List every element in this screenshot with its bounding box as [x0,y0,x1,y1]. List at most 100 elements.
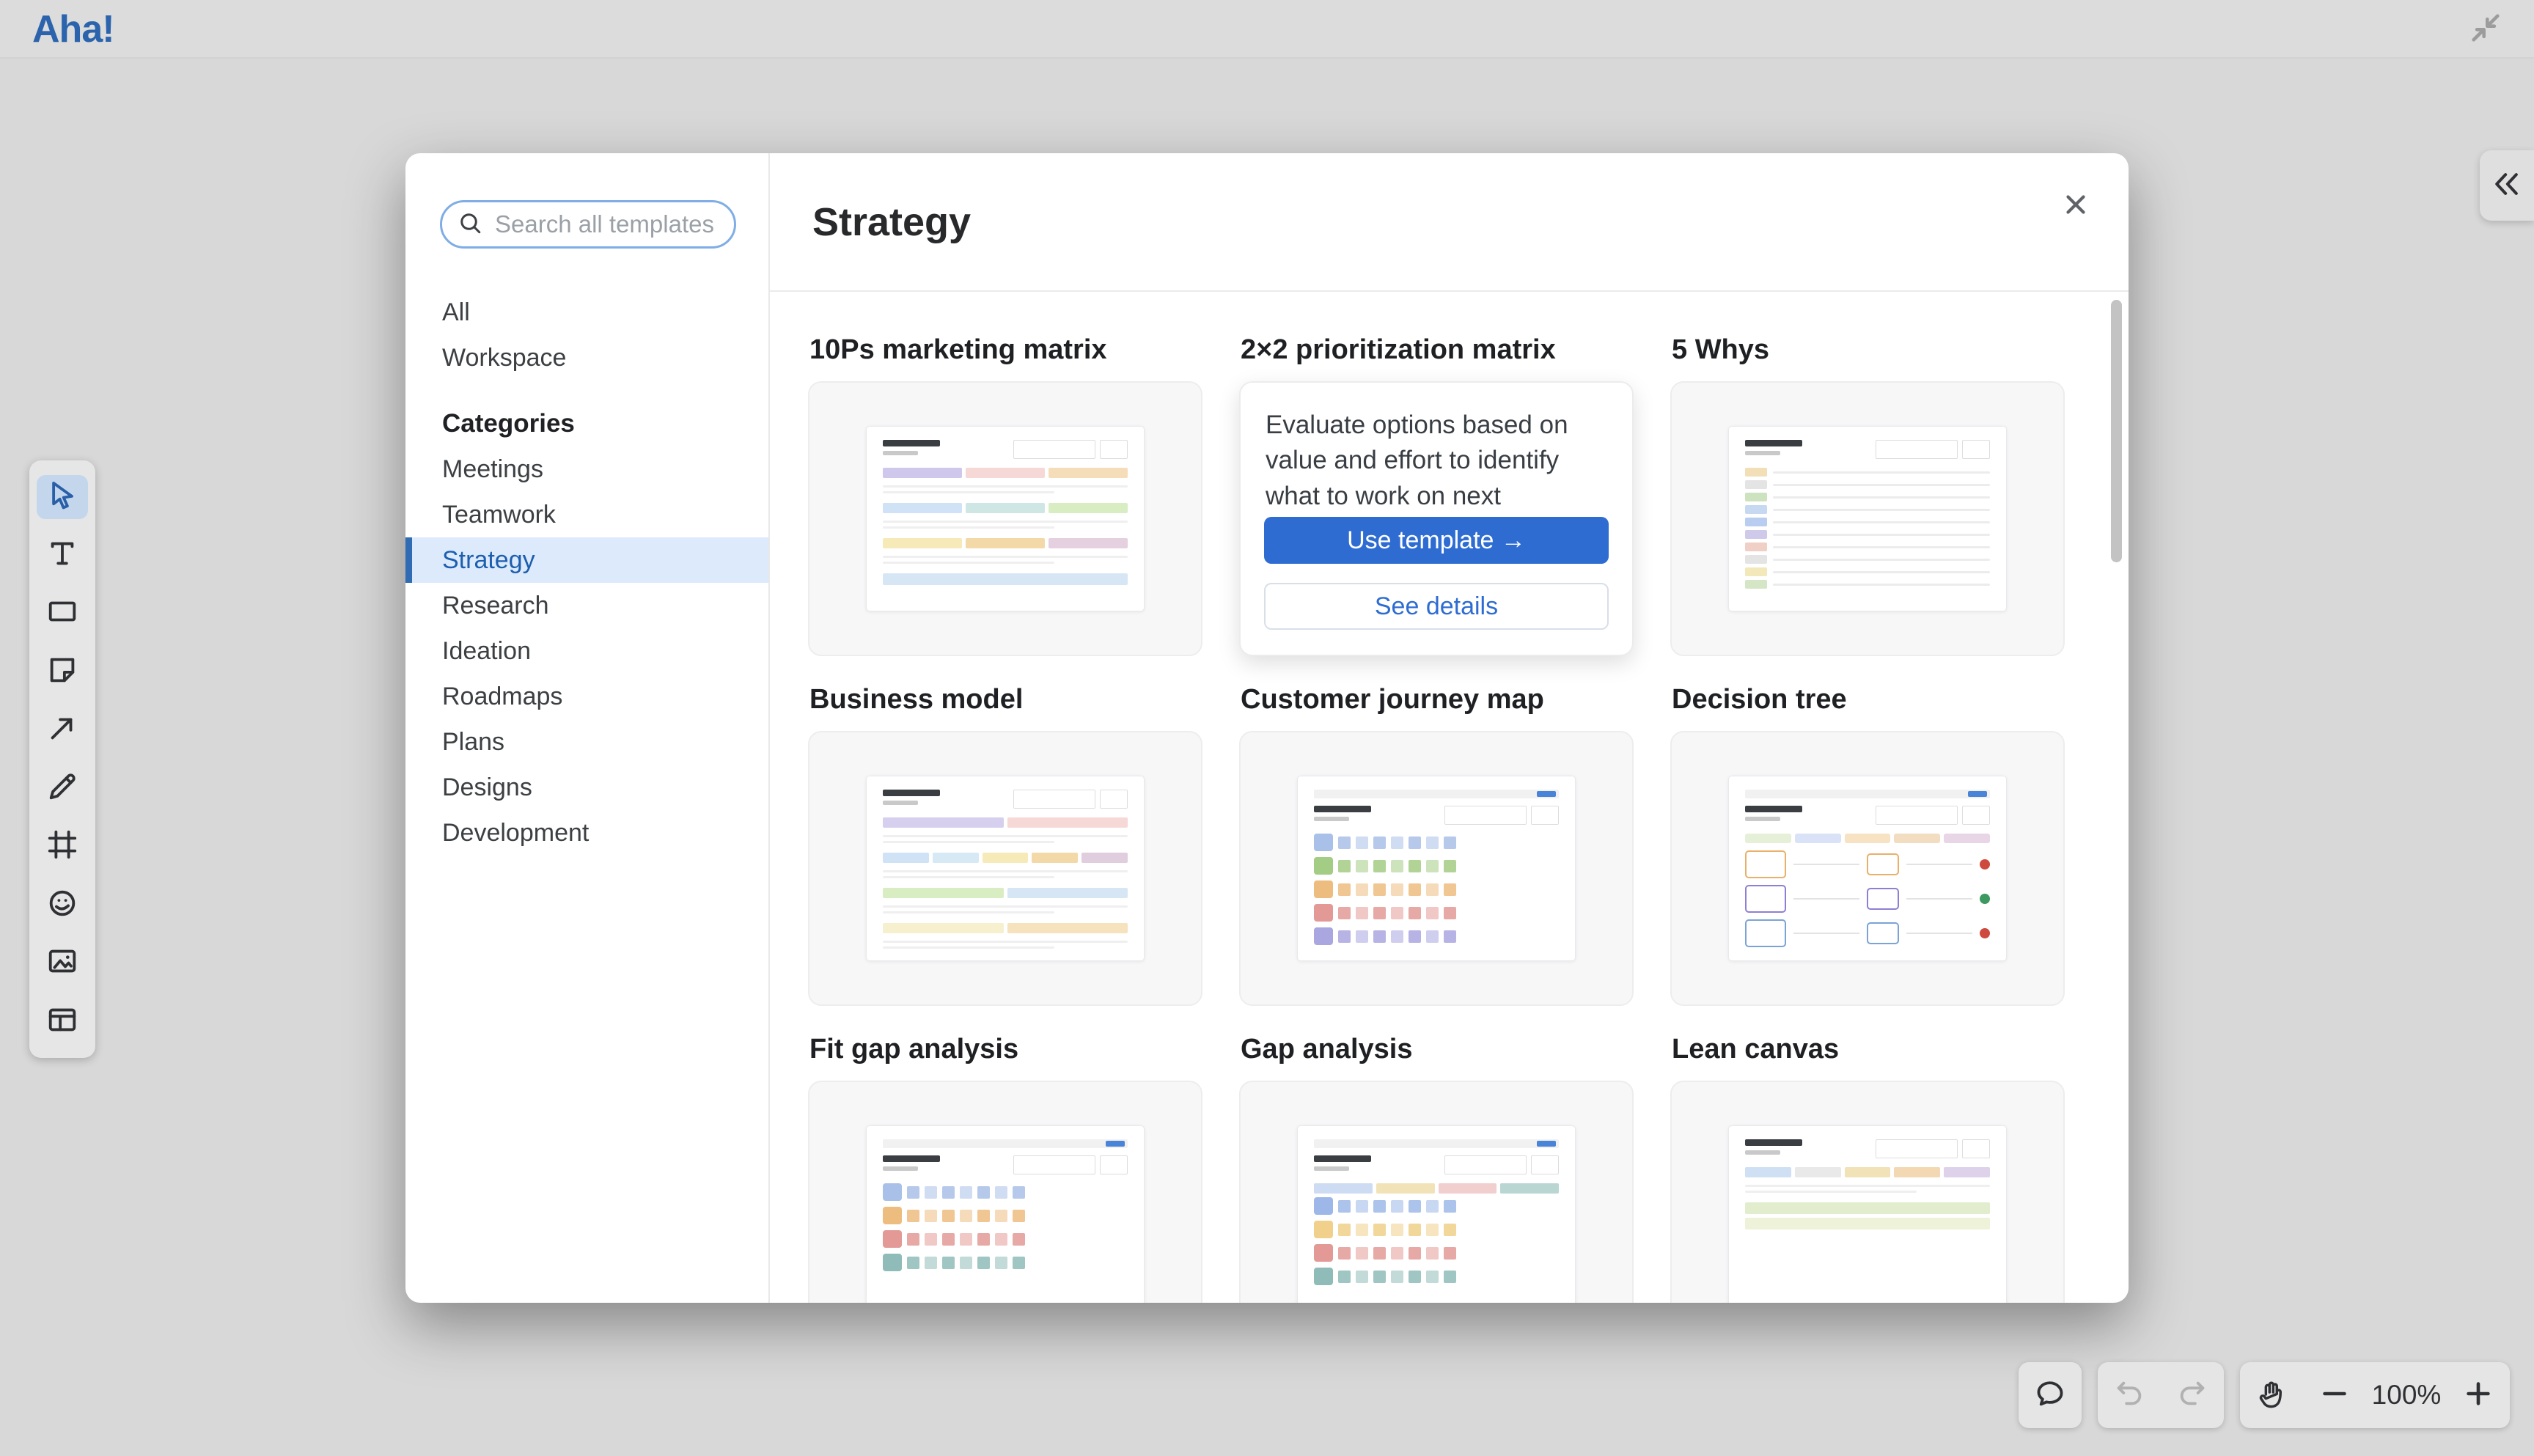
sidebar-item-research[interactable]: Research [405,583,768,628]
redo-icon [2175,1377,2209,1414]
drawing-toolbar [29,460,95,1058]
frame-icon [45,828,79,865]
fit-gap-analysis-card[interactable] [808,1081,1202,1303]
search-icon [457,210,483,240]
template-title: Customer journey map [1241,683,1634,716]
table-tool[interactable] [37,999,88,1043]
template-title: 5 Whys [1672,333,2065,367]
page-title: Strategy [812,199,971,245]
sidebar-item-roadmaps[interactable]: Roadmaps [405,674,768,719]
sidebar-item-development[interactable]: Development [405,810,768,856]
zoom-out-button[interactable] [2303,1362,2366,1428]
template-tile: Business model [808,683,1202,1006]
template-thumbnail [1728,1125,2007,1303]
text-icon [45,537,79,574]
pen-tool[interactable] [37,766,88,810]
close-icon [2060,189,2091,224]
5-whys-card[interactable] [1670,381,2065,656]
pan-tool-button[interactable] [2240,1362,2303,1428]
zoom-level: 100% [2366,1380,2447,1411]
template-tile: 2×2 prioritization matrix Evaluate option… [1239,333,1634,656]
lean-canvas-card[interactable] [1670,1081,2065,1303]
sticky-note-icon [45,653,79,691]
zoom-in-button[interactable] [2447,1362,2510,1428]
sticker-tool[interactable] [37,883,88,927]
template-thumbnail [866,1125,1145,1303]
redo-button[interactable] [2161,1362,2224,1428]
sidebar-item-meetings[interactable]: Meetings [405,446,768,492]
template-tile: Gap analysis [1239,1032,1634,1303]
customer-journey-map-card[interactable] [1239,731,1634,1006]
comment-bubble-icon [2033,1377,2067,1414]
undo-button[interactable] [2098,1362,2161,1428]
content-header: Strategy [770,153,2129,290]
table-icon [45,1003,79,1040]
template-title: Fit gap analysis [809,1032,1202,1066]
sidebar-item-workspace[interactable]: Workspace [405,335,768,380]
modal-scrollbar[interactable] [2111,300,2122,562]
template-tile: 10Ps marketing matrix [808,333,1202,656]
sidebar-item-ideation[interactable]: Ideation [405,628,768,674]
use-template-button[interactable]: Use template → [1264,517,1609,564]
collapse-panel-button[interactable] [2480,150,2534,221]
minus-icon [2318,1377,2351,1414]
cursor-icon [45,478,79,515]
template-thumbnail [1297,1125,1576,1303]
sticker-smiley-icon [45,886,79,924]
template-thumbnail [1728,426,2007,611]
template-title: 2×2 prioritization matrix [1241,333,1634,367]
sidebar-item-strategy[interactable]: Strategy [405,537,768,583]
undo-icon [2112,1377,2146,1414]
arrow-icon [45,711,79,749]
canvas-controls: 100% [2019,1362,2510,1428]
close-modal-button[interactable] [2055,185,2096,227]
see-details-button[interactable]: See details [1264,583,1609,630]
business-model-card[interactable] [808,731,1202,1006]
templates-content: Strategy 10Ps marketing matrix 2×2 priori… [770,153,2129,1303]
zoom-pill: 100% [2240,1362,2510,1428]
10ps-marketing-matrix-card[interactable] [808,381,1202,656]
search-input[interactable] [493,210,719,239]
sidebar-item-all[interactable]: All [405,290,768,335]
comment-button[interactable] [2019,1362,2082,1428]
select-tool[interactable] [37,475,88,519]
sticky-note-tool[interactable] [37,650,88,694]
template-description: Evaluate options based on value and effo… [1264,408,1609,514]
image-tool[interactable] [37,941,88,985]
template-title: Business model [809,683,1202,716]
comment-pill [2019,1362,2082,1428]
template-title: Gap analysis [1241,1032,1634,1066]
template-thumbnail [1728,776,2007,961]
template-grid: 10Ps marketing matrix 2×2 prioritization … [770,292,2129,1303]
template-title: 10Ps marketing matrix [809,333,1202,367]
collapse-arrows-icon [2469,11,2502,48]
shape-tool[interactable] [37,592,88,636]
template-thumbnail [1297,776,1576,961]
template-search [440,200,736,249]
template-tile: Decision tree [1670,683,2065,1006]
collapse-window-button[interactable] [2467,10,2505,48]
pencil-icon [45,770,79,807]
decision-tree-card[interactable] [1670,731,2065,1006]
history-pill [2098,1362,2224,1428]
sidebar-item-designs[interactable]: Designs [405,765,768,810]
arrow-tool[interactable] [37,708,88,752]
categories-heading: Categories [405,401,768,446]
image-icon [45,944,79,982]
gap-analysis-card[interactable] [1239,1081,1634,1303]
sidebar-item-teamwork[interactable]: Teamwork [405,492,768,537]
template-title: Lean canvas [1672,1032,2065,1066]
text-tool[interactable] [37,533,88,577]
template-thumbnail [866,426,1145,611]
template-category-nav: AllWorkspace CategoriesMeetingsTeamworkSt… [405,290,768,856]
sidebar-item-plans[interactable]: Plans [405,719,768,765]
plus-icon [2461,1377,2495,1414]
hand-icon [2255,1377,2288,1414]
frame-tool[interactable] [37,825,88,869]
chevrons-left-icon [2491,168,2523,204]
template-thumbnail [866,776,1145,961]
aha-logo: Aha! [32,7,114,51]
whiteboard-canvas[interactable]: { "topbar": { "logo": "Aha!" }, "toolbar… [0,0,2534,1456]
2-2-prioritization-matrix-card[interactable]: Evaluate options based on value and effo… [1239,381,1634,656]
template-tile: Customer journey map [1239,683,1634,1006]
